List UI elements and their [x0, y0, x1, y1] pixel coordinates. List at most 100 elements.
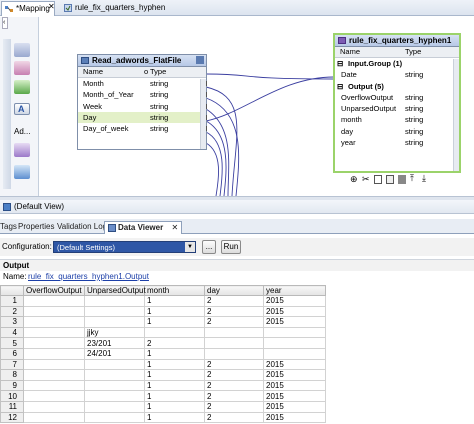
table-row[interactable]: 1 1 2 2015	[0, 295, 326, 307]
table-cell[interactable]: 2015	[263, 358, 326, 371]
column-header[interactable]: year	[263, 285, 326, 296]
output-port-row[interactable]: year string	[335, 137, 459, 148]
output-port-row[interactable]: month string	[335, 114, 459, 125]
tab-properties[interactable]: Properties	[18, 221, 54, 234]
table-cell[interactable]	[263, 326, 326, 339]
table-cell[interactable]	[23, 347, 85, 360]
table-cell[interactable]	[263, 337, 326, 349]
more-settings-button[interactable]: ...	[202, 240, 216, 254]
table-cell[interactable]: 24/201	[84, 347, 145, 360]
table-cell[interactable]	[23, 316, 85, 328]
table-cell[interactable]: 2015	[263, 316, 326, 328]
table-cell[interactable]	[204, 337, 264, 349]
table-row[interactable]: 10 1 2 2015	[0, 390, 326, 402]
table-row[interactable]: 2 1 2 2015	[0, 305, 326, 318]
table-cell[interactable]: 1	[144, 295, 205, 307]
table-row[interactable]: 11 1 2 2015	[0, 400, 326, 413]
table-cell[interactable]	[23, 326, 85, 339]
source-scrollbar[interactable]	[200, 79, 206, 149]
table-cell[interactable]	[23, 379, 85, 392]
table-row[interactable]: 7 1 2 2015	[0, 358, 326, 371]
port-row[interactable]: Month string	[78, 78, 207, 89]
table-row[interactable]: 9 1 2 2015	[0, 379, 326, 392]
table-cell[interactable]	[23, 369, 85, 381]
rule-scrollbar[interactable]	[453, 59, 459, 171]
table-row[interactable]: 3 1 2 2015	[0, 316, 326, 328]
chevron-down-icon[interactable]: ▼	[185, 242, 195, 252]
table-cell[interactable]: 2015	[263, 400, 326, 413]
close-icon[interactable]: ✕	[48, 2, 55, 11]
output-port-row[interactable]: OverflowOutput string	[335, 92, 459, 103]
table-cell[interactable]: 1	[144, 347, 205, 360]
table-cell[interactable]: 2	[204, 400, 264, 413]
table-cell[interactable]: 1	[144, 358, 205, 371]
cut-icon[interactable]: ✂	[362, 174, 370, 185]
tab-validation-log[interactable]: Validation Log	[57, 221, 107, 234]
table-row[interactable]: 6 24/201 1	[0, 347, 326, 360]
column-header[interactable]: month	[144, 285, 205, 296]
table-cell[interactable]	[204, 326, 264, 339]
table-cell[interactable]	[84, 411, 145, 424]
column-header[interactable]: day	[204, 285, 264, 296]
column-header[interactable]: OverflowOutput	[23, 285, 85, 296]
close-icon[interactable]: ✕	[171, 223, 178, 232]
table-cell[interactable]: 1	[144, 316, 205, 328]
move-up-icon[interactable]: ⤒	[410, 173, 414, 184]
table-cell[interactable]	[23, 295, 85, 307]
output-port-row[interactable]: day string	[335, 126, 459, 137]
table-cell[interactable]	[84, 358, 145, 371]
table-cell[interactable]: 1	[144, 390, 205, 402]
table-cell[interactable]: 2015	[263, 411, 326, 424]
table-cell[interactable]: jjky	[84, 326, 145, 339]
table-cell[interactable]: 2	[204, 316, 264, 328]
table-cell[interactable]	[84, 400, 145, 413]
table-cell[interactable]: 2	[204, 369, 264, 381]
table-cell[interactable]	[23, 400, 85, 413]
table-cell[interactable]	[23, 305, 85, 318]
delete-icon[interactable]	[398, 175, 406, 184]
configuration-select[interactable]: (Default Settings) ▼	[53, 241, 196, 253]
table-cell[interactable]: 2	[204, 305, 264, 318]
input-port-row[interactable]: Date string	[335, 69, 459, 80]
table-cell[interactable]: 1	[144, 369, 205, 381]
output-group-row[interactable]: ⊟ Output (5)	[335, 81, 459, 92]
tab-tags[interactable]: Tags	[0, 221, 17, 234]
collapse-icon[interactable]: ⊟	[337, 58, 343, 69]
paste-icon[interactable]	[386, 175, 394, 184]
table-cell[interactable]	[23, 411, 85, 424]
data-grid[interactable]: OverflowOutput UnparsedOutput month day …	[0, 285, 474, 424]
table-row[interactable]: 4 jjky	[0, 326, 326, 339]
table-row[interactable]: 5 23/201 2	[0, 337, 326, 349]
table-cell[interactable]: 2	[144, 337, 205, 349]
table-cell[interactable]	[84, 369, 145, 381]
table-cell[interactable]: 2015	[263, 369, 326, 381]
table-cell[interactable]	[84, 379, 145, 392]
new-port-icon[interactable]: ⊕	[350, 174, 358, 185]
tab-rule[interactable]: rule_fix_quarters_hyphen	[61, 1, 169, 16]
copy-icon[interactable]	[374, 175, 382, 184]
table-cell[interactable]: 1	[144, 400, 205, 413]
port-row[interactable]: Day_of_week string	[78, 123, 207, 134]
collapse-icon[interactable]: ⊟	[337, 81, 343, 92]
port-row-selected[interactable]: Day string	[78, 111, 207, 124]
table-cell[interactable]: 1	[144, 379, 205, 392]
input-group-row[interactable]: ⊟ Input.Group (1)	[335, 58, 459, 69]
tab-data-viewer[interactable]: Data Viewer ✕	[104, 221, 183, 234]
table-cell[interactable]	[144, 326, 205, 339]
move-down-icon[interactable]: ⤓	[422, 173, 426, 184]
source-flatfile-box[interactable]: Read_adwords_FlatFile Name o Type Month …	[77, 54, 207, 150]
table-row[interactable]: 12 1 2 2015	[0, 411, 326, 424]
table-cell[interactable]: 2	[204, 379, 264, 392]
source-title-bar[interactable]: Read_adwords_FlatFile	[78, 55, 206, 67]
table-cell[interactable]: 2	[204, 358, 264, 371]
minimize-icon[interactable]	[196, 56, 204, 64]
table-cell[interactable]	[204, 347, 264, 360]
table-cell[interactable]: 2015	[263, 390, 326, 402]
port-row[interactable]: Week string	[78, 101, 207, 112]
output-name-link[interactable]: rule_fix_quarters_hyphen1.Output	[28, 271, 149, 283]
port-row[interactable]: Month_of_Year string	[78, 89, 207, 100]
column-header[interactable]: UnparsedOutput	[84, 285, 146, 296]
table-cell[interactable]: 1	[144, 411, 205, 424]
table-cell[interactable]: 2015	[263, 379, 326, 392]
table-cell[interactable]: 2	[204, 390, 264, 402]
